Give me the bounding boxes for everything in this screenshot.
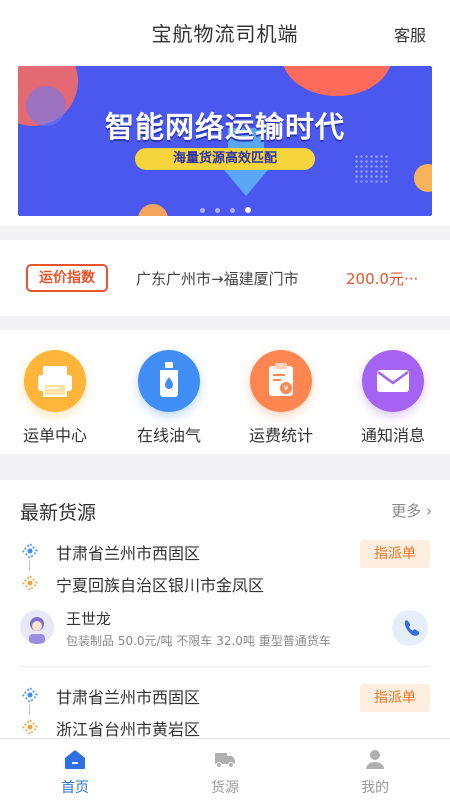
destination-address: 宁夏回族自治区银川市金凤区	[56, 576, 265, 595]
avatar	[20, 610, 54, 644]
origin-marker-icon	[22, 687, 38, 703]
tab-label: 货源	[211, 780, 239, 796]
divider	[20, 666, 430, 667]
call-button[interactable]	[392, 610, 428, 646]
destination-marker-icon	[22, 575, 38, 591]
decor-circle	[414, 164, 432, 192]
menu-item-label: 在线油气	[136, 426, 201, 445]
decor-circle	[282, 66, 392, 96]
menu-item-label: 通知消息	[360, 426, 425, 445]
home-icon	[65, 750, 85, 769]
destination-row: 宁夏回族自治区银川市金凤区	[22, 572, 402, 596]
origin-marker-icon	[22, 543, 38, 559]
page-title: 宝航物流司机端	[151, 22, 299, 46]
decor-dot-grid	[354, 154, 388, 184]
route-connector	[29, 704, 30, 714]
origin-row: 甘肃省兰州市西固区	[22, 684, 402, 708]
assigned-badge: 指派单	[360, 684, 430, 712]
pager-dot[interactable]	[199, 208, 205, 213]
app-header: 宝航物流司机端 客服	[0, 0, 450, 64]
banner-tagline: 海量货源高效匹配	[135, 148, 315, 170]
menu-item-label: 运单中心	[22, 426, 87, 445]
svg-text:¥: ¥	[283, 384, 288, 393]
freight-index-logo: 运价指数	[26, 264, 108, 292]
banner-section: 智能网络运输时代 海量货源高效匹配	[0, 64, 450, 226]
bottom-tab-bar: 首页 货源 我的	[0, 738, 450, 800]
carousel-pager	[18, 198, 432, 216]
freight-index-price: 200.0元···	[346, 270, 419, 288]
tab-label: 首页	[61, 780, 89, 796]
origin-address: 甘肃省兰州市西固区	[56, 688, 201, 707]
destination-address: 浙江省台州市黄岩区	[56, 720, 201, 738]
tab-cargo[interactable]: 货源	[175, 747, 275, 797]
origin-row: 甘肃省兰州市西固区	[22, 540, 402, 564]
menu-item-notifications[interactable]: 通知消息	[348, 350, 438, 446]
destination-row: 浙江省台州市黄岩区	[22, 716, 402, 738]
latest-cargo-section: 最新货源 更多 › 甘肃省兰州市西固区 宁夏回族自治区银川市金凤区 指派单 王世…	[0, 480, 450, 738]
quick-menu: 运单中心 在线油气 ¥ 运费统计 通知消息	[0, 330, 450, 454]
cargo-details: 包装制品 50.0元/吨 不限车 32.0吨 重型普通货车	[66, 634, 331, 648]
destination-marker-icon	[22, 719, 38, 735]
pager-dot-active[interactable]	[244, 207, 251, 213]
origin-address: 甘肃省兰州市西固区	[56, 544, 201, 563]
menu-item-freight-stats[interactable]: ¥ 运费统计	[236, 350, 326, 446]
freight-index-route: 广东广州市→福建厦门市	[136, 270, 299, 288]
person-icon	[366, 750, 384, 769]
pager-dot[interactable]	[229, 208, 235, 213]
customer-service-link[interactable]: 客服	[394, 22, 426, 46]
fuel-bottle-icon	[138, 350, 200, 412]
banner-headline: 智能网络运输时代	[104, 110, 345, 144]
cargo-card[interactable]: 甘肃省兰州市西固区 浙江省台州市黄岩区 指派单	[0, 680, 450, 738]
menu-item-waybill[interactable]: 运单中心	[10, 350, 100, 446]
printer-icon	[24, 350, 86, 412]
freight-index-bar[interactable]: 运价指数 广东广州市→福建厦门市 200.0元···	[0, 240, 450, 316]
clipboard-yen-icon: ¥	[250, 350, 312, 412]
section-title: 最新货源	[20, 502, 97, 524]
truck-icon	[215, 753, 235, 768]
route-connector	[29, 560, 30, 570]
pager-dot[interactable]	[214, 208, 220, 213]
chevron-right-icon: ›	[426, 502, 432, 520]
more-link[interactable]: 更多 ›	[391, 500, 432, 521]
more-label: 更多	[391, 502, 422, 520]
driver-name: 王世龙	[66, 610, 112, 628]
banner-carousel[interactable]: 智能网络运输时代 海量货源高效匹配	[18, 66, 432, 216]
tab-home[interactable]: 首页	[25, 747, 125, 797]
phone-icon	[404, 620, 420, 636]
tab-profile[interactable]: 我的	[325, 747, 425, 797]
menu-item-fuel[interactable]: 在线油气	[124, 350, 214, 446]
assigned-badge: 指派单	[360, 540, 430, 568]
cargo-card[interactable]: 甘肃省兰州市西固区 宁夏回族自治区银川市金凤区 指派单 王世龙 包装制品 50.…	[0, 536, 450, 676]
envelope-icon	[362, 350, 424, 412]
menu-item-label: 运费统计	[248, 426, 313, 445]
tab-label: 我的	[361, 780, 389, 796]
